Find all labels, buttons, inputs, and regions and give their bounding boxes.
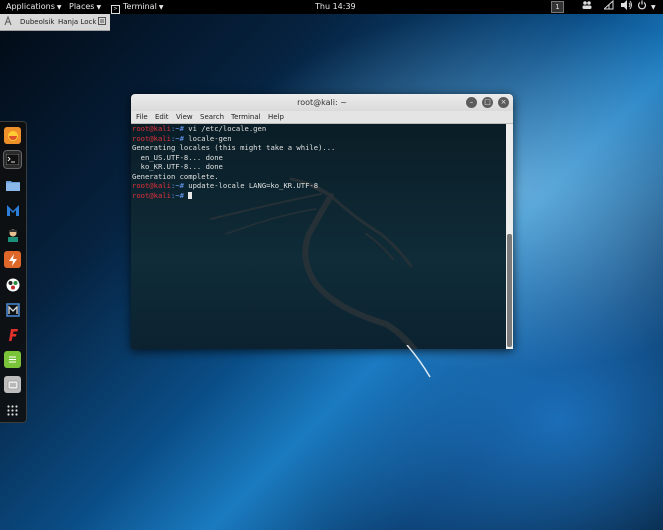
- menu-help[interactable]: Help: [268, 111, 284, 123]
- text-cursor: [188, 191, 193, 199]
- window-titlebar[interactable]: root@kali: ~ – □ ×: [131, 94, 513, 111]
- chevron-down-icon: ▼: [56, 4, 62, 11]
- menu-terminal[interactable]: Terminal: [231, 111, 261, 123]
- metasploit-icon[interactable]: [4, 301, 21, 318]
- input-method-bar: Dubeolsik Hanja Lock: [0, 14, 110, 31]
- window-title: root@kali: ~: [297, 98, 347, 107]
- terminal-line: root@kali:~# locale-gen: [132, 133, 232, 143]
- burpsuite-icon[interactable]: [4, 251, 21, 268]
- close-button[interactable]: ×: [498, 97, 509, 108]
- terminal-app-menu[interactable]: > Terminal ▼: [111, 0, 163, 14]
- terminal-line: Generating locales (this might take a wh…: [132, 143, 336, 152]
- terminal-line: root@kali:~# update-locale LANG=ko_KR.UT…: [132, 181, 319, 190]
- leafpad-icon[interactable]: [4, 351, 21, 368]
- workspace-indicator[interactable]: 1: [551, 0, 564, 14]
- power-icon[interactable]: [637, 0, 647, 14]
- dock: [0, 121, 27, 423]
- terminal-icon[interactable]: [3, 150, 22, 169]
- workspace-number: 1: [551, 1, 564, 13]
- firefox-icon[interactable]: [4, 127, 21, 144]
- terminal-line: ko_KR.UTF-8... done: [132, 162, 223, 171]
- avatar-icon[interactable]: [4, 226, 21, 243]
- terminal-line: Generation complete.: [132, 171, 219, 181]
- top-panel: Applications ▼ Places ▼ > Terminal ▼ Thu 14:…: [0, 0, 663, 14]
- menu-edit[interactable]: Edit: [155, 111, 169, 123]
- keyboard-icon[interactable]: [4, 14, 13, 30]
- terminal-line: root@kali:~# vi /etc/locale.gen: [132, 124, 267, 133]
- volume-icon[interactable]: [621, 0, 633, 14]
- applications-menu[interactable]: Applications ▼: [6, 0, 62, 14]
- show-apps-icon[interactable]: [4, 402, 21, 419]
- menu-search[interactable]: Search: [200, 111, 224, 123]
- files-icon[interactable]: [4, 176, 21, 193]
- settings-icon[interactable]: [98, 14, 106, 30]
- terminal-app-label: Terminal: [123, 2, 157, 11]
- terminal-output[interactable]: root@kali:~# vi /etc/locale.gen root@kal…: [131, 124, 506, 349]
- minimize-button[interactable]: –: [466, 97, 477, 108]
- scrollbar-thumb[interactable]: [507, 234, 512, 347]
- chevron-down-icon[interactable]: ▼: [649, 0, 656, 14]
- maximize-button[interactable]: □: [482, 97, 493, 108]
- places-label: Places: [69, 2, 95, 11]
- terminal-icon: >: [111, 5, 120, 14]
- greenbone-icon[interactable]: [4, 376, 21, 393]
- terminal-window[interactable]: root@kali: ~ – □ × File Edit View Search…: [131, 94, 513, 349]
- chevron-down-icon: ▼: [96, 4, 102, 11]
- chevron-down-icon: ▼: [158, 4, 164, 11]
- hanja-lock[interactable]: Hanja Lock: [58, 14, 96, 30]
- menu-file[interactable]: File: [136, 111, 148, 123]
- dubeolsik-layout[interactable]: Dubeolsik: [20, 14, 54, 30]
- terminal-line: root@kali:~#: [132, 191, 193, 200]
- terminal-menubar: File Edit View Search Terminal Help: [131, 111, 513, 124]
- faraday-icon[interactable]: [4, 326, 21, 343]
- places-menu[interactable]: Places ▼: [69, 0, 101, 14]
- applications-label: Applications: [6, 2, 55, 11]
- wallpaper-dragon-tail: [406, 345, 431, 378]
- people-icon[interactable]: [582, 0, 592, 14]
- clock[interactable]: Thu 14:39: [315, 0, 356, 14]
- network-icon[interactable]: [602, 0, 614, 14]
- maltego-icon[interactable]: [4, 201, 21, 218]
- menu-view[interactable]: View: [176, 111, 193, 123]
- terminal-scrollbar[interactable]: [506, 124, 513, 349]
- armitage-icon[interactable]: [4, 276, 21, 293]
- terminal-line: en_US.UTF-8... done: [132, 152, 223, 162]
